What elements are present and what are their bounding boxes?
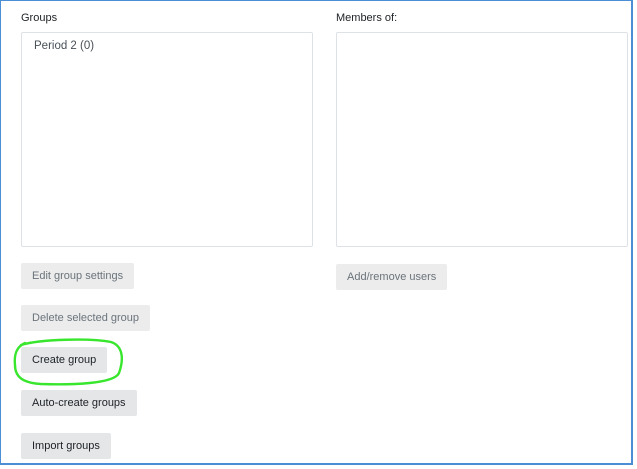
edit-group-settings-button[interactable]: Edit group settings — [21, 263, 135, 289]
members-heading: Members of: — [336, 12, 398, 24]
create-group-button[interactable]: Create group — [21, 347, 108, 373]
groups-heading: Groups — [21, 12, 58, 24]
members-listbox[interactable] — [336, 32, 628, 247]
group-option-period-2[interactable]: Period 2 (0) — [22, 33, 312, 53]
auto-create-groups-button[interactable]: Auto-create groups — [21, 390, 137, 416]
groups-listbox[interactable]: Period 2 (0) — [21, 32, 313, 247]
delete-selected-group-button[interactable]: Delete selected group — [21, 305, 151, 331]
groups-page-frame: Groups Period 2 (0) Members of: Edit gro… — [0, 0, 633, 465]
import-groups-button[interactable]: Import groups — [21, 433, 111, 459]
add-remove-users-button[interactable]: Add/remove users — [336, 264, 448, 290]
